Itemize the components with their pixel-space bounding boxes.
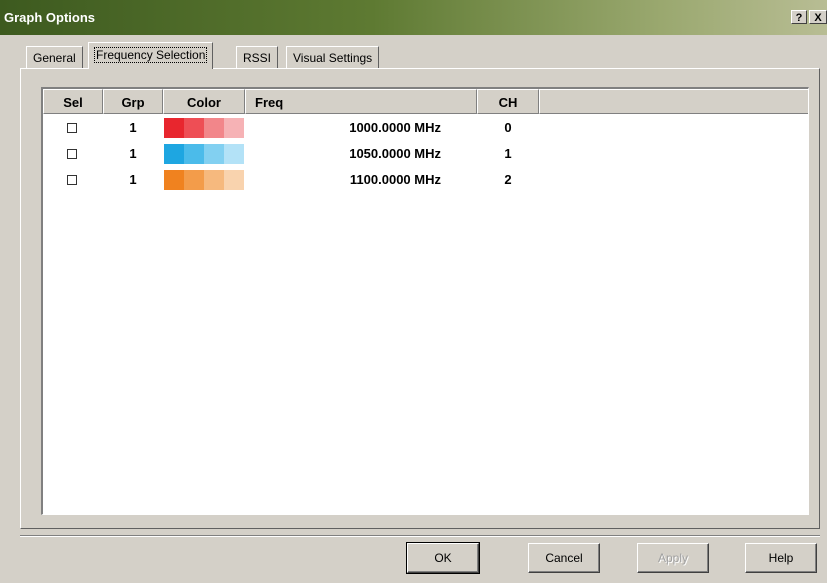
ok-button[interactable]: OK bbox=[406, 542, 480, 574]
color-swatch[interactable] bbox=[164, 170, 244, 190]
color-swatch-shade bbox=[184, 170, 204, 190]
column-header-filler bbox=[539, 89, 808, 114]
row-channel: 1 bbox=[504, 146, 512, 161]
frequency-list[interactable]: Sel Grp Color Freq CH 1 1000.0000 MHz 0 … bbox=[41, 87, 809, 515]
cancel-button[interactable]: Cancel bbox=[528, 543, 600, 573]
button-separator bbox=[20, 535, 820, 537]
row-frequency: 1050.0000 MHz bbox=[349, 146, 441, 161]
tab-general-label: General bbox=[33, 51, 76, 65]
row-frequency: 1100.0000 MHz bbox=[349, 172, 441, 187]
help-icon[interactable]: ? bbox=[791, 10, 807, 24]
tab-visual-settings-label: Visual Settings bbox=[293, 51, 373, 65]
tab-visual-settings[interactable]: Visual Settings bbox=[286, 46, 380, 69]
tab-general[interactable]: General bbox=[26, 46, 83, 69]
row-frequency: 1000.0000 MHz bbox=[349, 120, 441, 135]
tab-frequency-selection-label: Frequency Selection bbox=[93, 47, 208, 63]
title-bar[interactable]: Graph Options ? X bbox=[0, 0, 827, 35]
color-swatch-shade bbox=[204, 118, 224, 138]
table-row[interactable]: 1 1050.0000 MHz 1 bbox=[43, 141, 808, 167]
table-row[interactable]: 1 1100.0000 MHz 2 bbox=[43, 167, 808, 193]
column-header-color[interactable]: Color bbox=[163, 89, 245, 114]
row-select-checkbox[interactable] bbox=[67, 149, 77, 159]
row-group: 1 bbox=[129, 120, 137, 135]
list-header: Sel Grp Color Freq CH bbox=[43, 89, 808, 114]
help-button[interactable]: Help bbox=[745, 543, 817, 573]
color-swatch-shade bbox=[164, 144, 184, 164]
color-swatch-shade bbox=[164, 170, 184, 190]
row-select-checkbox[interactable] bbox=[67, 123, 77, 133]
row-select-checkbox[interactable] bbox=[67, 175, 77, 185]
column-header-ch[interactable]: CH bbox=[477, 89, 539, 114]
color-swatch-shade bbox=[184, 144, 204, 164]
row-group: 1 bbox=[129, 172, 137, 187]
table-row[interactable]: 1 1000.0000 MHz 0 bbox=[43, 115, 808, 141]
column-header-sel[interactable]: Sel bbox=[43, 89, 103, 114]
color-swatch-shade bbox=[204, 144, 224, 164]
color-swatch-shade bbox=[224, 144, 244, 164]
color-swatch-shade bbox=[204, 170, 224, 190]
row-group: 1 bbox=[129, 146, 137, 161]
color-swatch-shade bbox=[184, 118, 204, 138]
column-header-grp[interactable]: Grp bbox=[103, 89, 163, 114]
color-swatch-shade bbox=[224, 118, 244, 138]
row-channel: 0 bbox=[504, 120, 512, 135]
window-title: Graph Options bbox=[4, 10, 95, 25]
tab-rssi[interactable]: RSSI bbox=[236, 46, 279, 69]
color-swatch[interactable] bbox=[164, 118, 244, 138]
color-swatch-shade bbox=[164, 118, 184, 138]
color-swatch-shade bbox=[224, 170, 244, 190]
tab-frequency-selection[interactable]: Frequency Selection bbox=[88, 42, 214, 69]
apply-button[interactable]: Apply bbox=[637, 543, 709, 573]
row-channel: 2 bbox=[504, 172, 512, 187]
tab-rssi-label: RSSI bbox=[243, 51, 272, 65]
color-swatch[interactable] bbox=[164, 144, 244, 164]
close-icon[interactable]: X bbox=[809, 10, 827, 24]
column-header-freq[interactable]: Freq bbox=[245, 89, 477, 114]
